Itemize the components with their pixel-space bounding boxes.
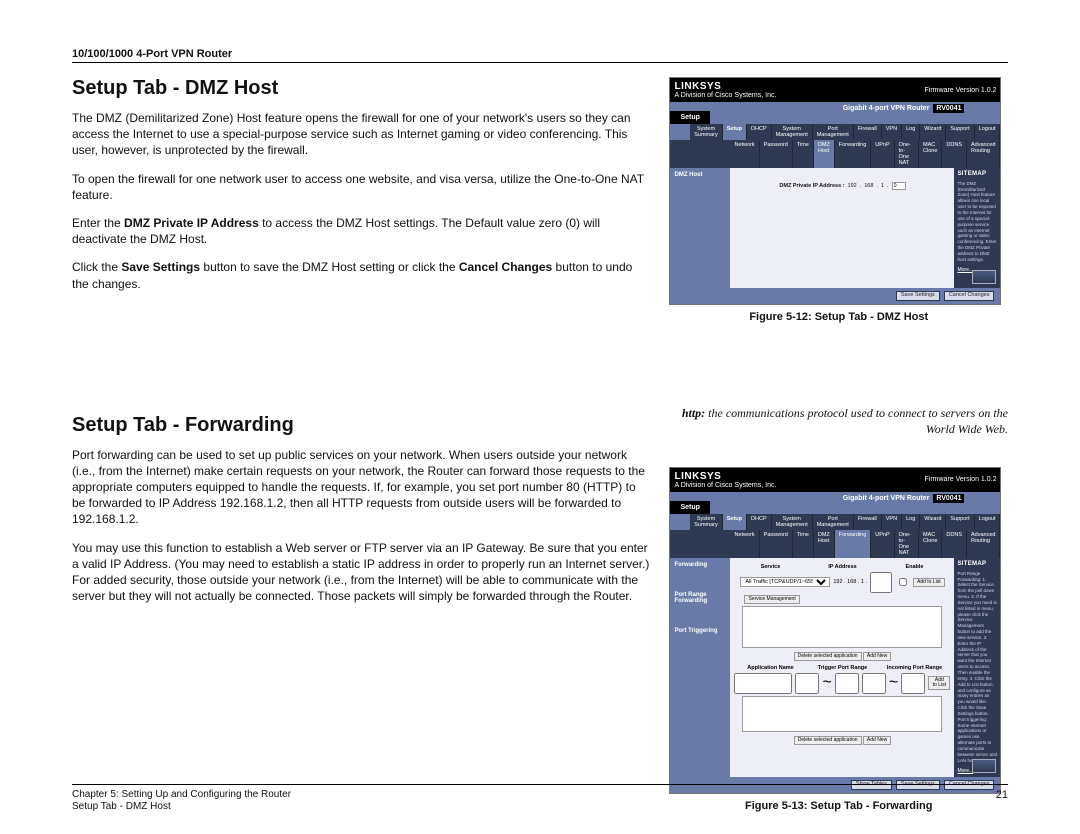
app-name-input[interactable] xyxy=(734,673,792,694)
footer-chapter: Chapter 5: Setting Up and Configuring th… xyxy=(72,789,291,800)
trigger-from[interactable] xyxy=(795,673,819,694)
figure-5-13-thumb: LINKSYS A Division of Cisco Systems, Inc… xyxy=(669,467,1001,794)
add-to-list-button[interactable]: Add to List xyxy=(913,578,945,587)
dmz-ip-label: DMZ Private IP Address : xyxy=(779,183,844,189)
fwd-para-2: You may use this function to establish a… xyxy=(72,540,649,605)
running-header: 10/100/1000 4-Port VPN Router xyxy=(72,48,1008,60)
page-number: 21 xyxy=(996,789,1008,812)
dmz-ip-octet[interactable] xyxy=(892,182,906,190)
brand-logo: LINKSYS xyxy=(674,81,721,92)
help-text: Port Range Forwarding: 1. Select the Ser… xyxy=(957,571,997,764)
main-nav[interactable]: System Summary Setup DHCP System Managem… xyxy=(690,124,1000,140)
enable-checkbox[interactable] xyxy=(899,578,907,586)
more-link[interactable]: More... xyxy=(957,768,973,775)
more-link[interactable]: More... xyxy=(957,267,973,274)
forwarding-listbox[interactable] xyxy=(742,606,942,648)
cancel-button[interactable]: Cancel Changes xyxy=(944,291,995,301)
main-nav[interactable]: System Summary Setup DHCP System Managem… xyxy=(690,514,1000,530)
side-label-forwarding: Forwarding xyxy=(674,562,726,568)
header-rule xyxy=(72,62,1008,63)
brand-sub: A Division of Cisco Systems, Inc. xyxy=(674,92,776,99)
side-label-port-trigger: Port Triggering xyxy=(674,628,726,634)
heading-forwarding: Setup Tab - Forwarding xyxy=(72,414,649,437)
sub-nav[interactable]: Network Password Time DMZ Host Forwardin… xyxy=(670,140,1000,168)
firmware-version: Firmware Version 1.0.2 xyxy=(925,87,997,94)
dmz-para-4: Click the Save Settings button to save t… xyxy=(72,259,649,291)
cisco-logo-icon xyxy=(972,759,996,773)
delete-selected-button[interactable]: Delete selected application xyxy=(794,652,862,661)
glossary-callout: http: the communications protocol used t… xyxy=(669,405,1008,437)
dmz-para-3: Enter the DMZ Private IP Address to acce… xyxy=(72,215,649,247)
sub-nav[interactable]: Network Password Time DMZ Host Forwardin… xyxy=(670,530,1000,558)
help-text: The DMZ (Demilitarized Zone) Host featur… xyxy=(957,181,997,263)
figure-5-12-thumb: LINKSYS A Division of Cisco Systems, Inc… xyxy=(669,77,1001,305)
fwd-ip-octet[interactable] xyxy=(870,572,892,593)
service-select[interactable]: All Traffic [TCP&UDP/1~65535] xyxy=(740,577,830,587)
save-button[interactable]: Save Settings xyxy=(896,291,940,301)
incoming-to[interactable] xyxy=(901,673,925,694)
fwd-para-1: Port forwarding can be used to set up pu… xyxy=(72,447,649,528)
sitemap-link[interactable]: SITEMAP xyxy=(957,561,997,569)
sitemap-link[interactable]: SITEMAP xyxy=(957,171,997,179)
dmz-para-1: The DMZ (Demilitarized Zone) Host featur… xyxy=(72,110,649,159)
side-label-dmz: DMZ Host xyxy=(670,168,730,288)
footer-section: Setup Tab - DMZ Host xyxy=(72,801,291,812)
side-label-port-range: Port Range Forwarding xyxy=(674,592,726,604)
trigger-listbox[interactable] xyxy=(742,696,942,732)
main-text-column: Setup Tab - DMZ Host The DMZ (Demilitari… xyxy=(72,77,649,824)
service-mgmt-button[interactable]: Service Management xyxy=(744,595,799,604)
figure-column: LINKSYS A Division of Cisco Systems, Inc… xyxy=(669,77,1008,824)
add-new-button[interactable]: Add New xyxy=(863,652,891,661)
cisco-logo-icon xyxy=(972,270,996,284)
delete-selected-button-2[interactable]: Delete selected application xyxy=(794,736,862,745)
dmz-para-2: To open the firewall for one network use… xyxy=(72,171,649,203)
section-label: Setup xyxy=(670,111,709,124)
add-to-list-button-2[interactable]: Add to List xyxy=(928,676,950,690)
figure-5-12-caption: Figure 5-12: Setup Tab - DMZ Host xyxy=(669,311,1008,323)
trigger-to[interactable] xyxy=(835,673,859,694)
add-new-button-2[interactable]: Add New xyxy=(863,736,891,745)
page-footer: Chapter 5: Setting Up and Configuring th… xyxy=(72,784,1008,812)
heading-dmz: Setup Tab - DMZ Host xyxy=(72,77,649,100)
incoming-from[interactable] xyxy=(862,673,886,694)
